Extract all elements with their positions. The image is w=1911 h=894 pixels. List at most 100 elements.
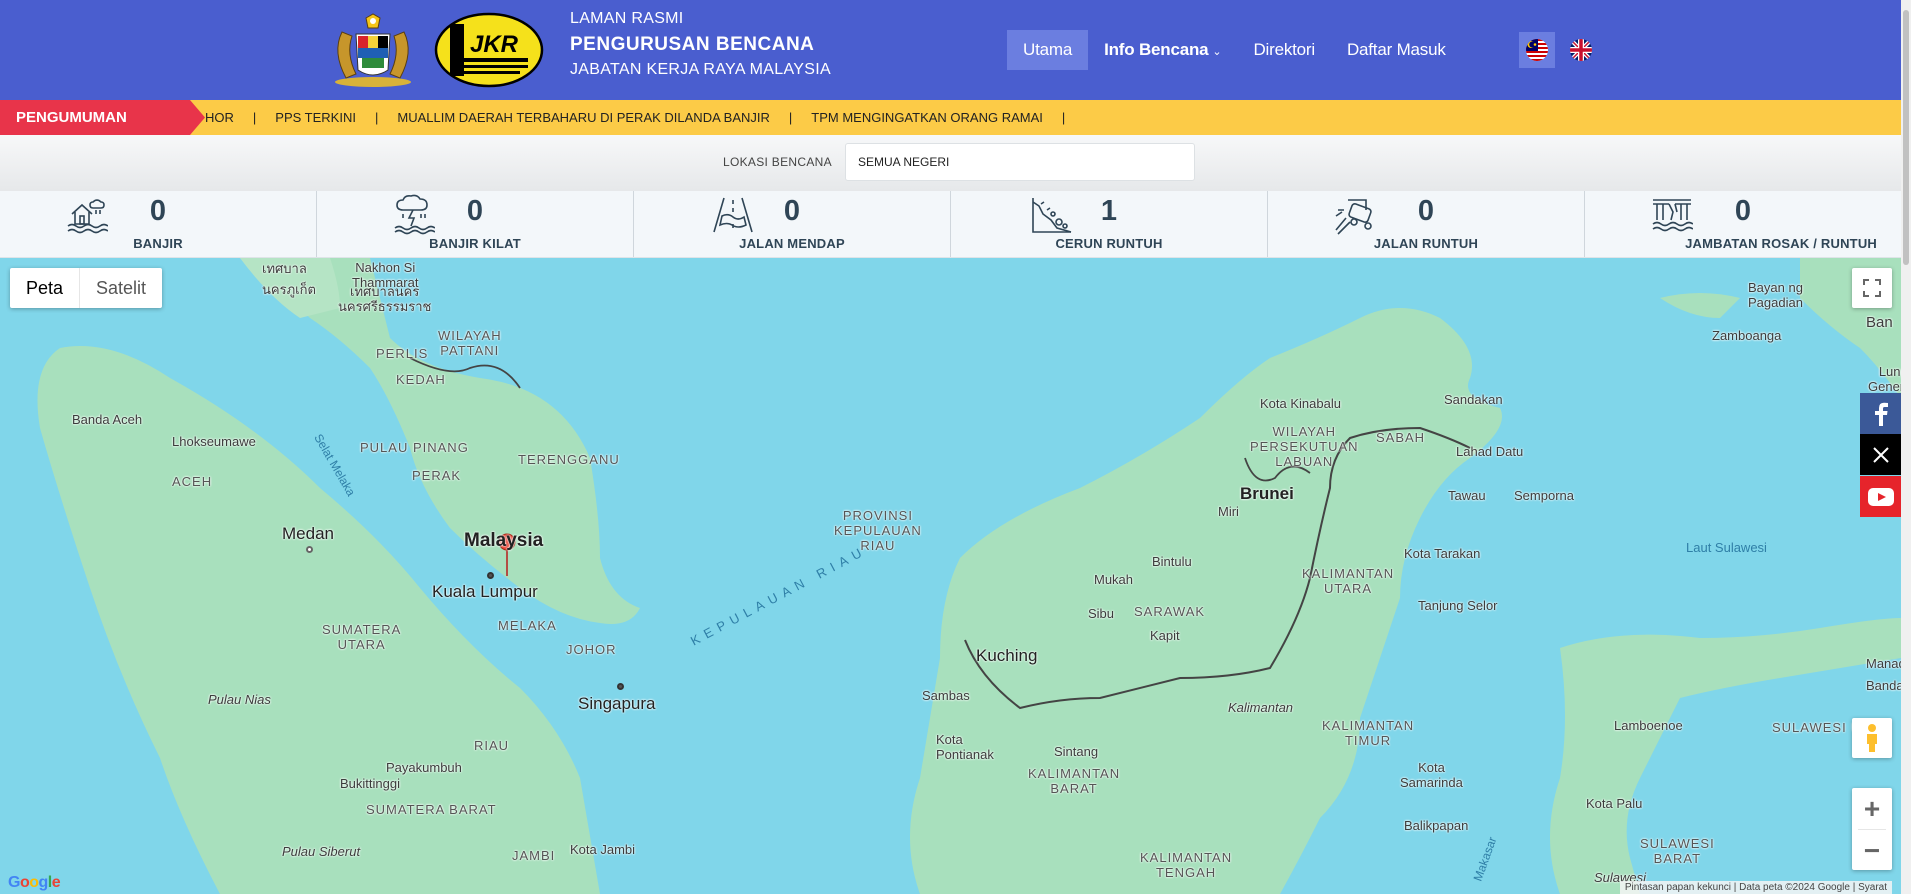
youtube-button[interactable] — [1860, 476, 1901, 517]
page-scrollbar[interactable] — [1901, 0, 1911, 894]
map-label: Brunei — [1240, 484, 1294, 503]
map-label: Tanjung Selor — [1418, 598, 1498, 613]
map-label: Kalimantan — [1228, 700, 1294, 715]
site-title-line1: LAMAN RASMI — [570, 10, 684, 27]
map-label: Sandakan — [1444, 392, 1503, 407]
x-icon — [1872, 446, 1889, 463]
announcement-bar: PENGUMUMAN HOR | PPS TERKINI | MUALLIM D… — [0, 100, 1901, 135]
nav-info-bencana[interactable]: Info Bencana ⌄ — [1088, 30, 1237, 70]
stat-banjir[interactable]: 0 BANJIR — [0, 191, 317, 257]
map-label: KALIMANTAN TENGAH — [1140, 850, 1233, 880]
map-label: Manad — [1866, 656, 1901, 671]
stat-value: 0 — [1417, 195, 1435, 227]
ticker-item[interactable]: MUALLIM DAERAH TERBAHARU DI PERAK DILAND… — [397, 100, 770, 135]
disaster-stats: 0 BANJIR 0 BANJIR KILAT 0 JALAN MENDAP 1… — [0, 191, 1901, 258]
map-label: Payakumbuh — [386, 760, 462, 775]
map-type-satellite-button[interactable]: Satelit — [80, 268, 162, 308]
language-malay-button[interactable] — [1519, 32, 1555, 68]
ticker-item[interactable]: PPS TERKINI — [275, 100, 356, 135]
stat-banjir-kilat[interactable]: 0 BANJIR KILAT — [317, 191, 634, 257]
map-label: Kuala Lumpur — [432, 582, 538, 601]
map-label: Miri — [1218, 504, 1239, 519]
stat-value: 0 — [149, 195, 167, 227]
map-label: Kota Palu — [1586, 796, 1643, 811]
map-label: Balikpapan — [1404, 818, 1469, 833]
map-capital-dot — [487, 572, 494, 579]
map-label: Laut Sulawesi — [1686, 540, 1767, 555]
street-view-button[interactable] — [1852, 718, 1892, 758]
nav-daftar-masuk[interactable]: Daftar Masuk — [1331, 30, 1462, 70]
stat-cerun-runtuh[interactable]: 1 CERUN RUNTUH — [951, 191, 1268, 257]
map-capital-dot — [617, 683, 624, 690]
map-label: Kuching — [976, 646, 1038, 665]
scrollbar-thumb[interactable] — [1903, 10, 1909, 265]
stat-value: 0 — [466, 195, 484, 227]
map-label: เทศบาลนคร นครศรีธรรมราช — [338, 284, 432, 314]
map-type-control: Peta Satelit — [10, 268, 163, 308]
zoom-control: + − — [1852, 788, 1892, 870]
chevron-down-icon: ⌄ — [1212, 46, 1222, 58]
location-filter: LOKASI BENCANA SEMUA NEGERI — [0, 135, 1901, 191]
map-label: RIAU — [474, 738, 510, 753]
map-label: Bandar — [1866, 678, 1901, 693]
jkr-logo[interactable]: JKR — [434, 12, 544, 88]
announcement-tag: PENGUMUMAN — [0, 100, 205, 135]
stat-jambatan-rosak[interactable]: 0 JAMBATAN ROSAK / RUNTUH — [1585, 191, 1901, 257]
map-attribution[interactable]: Pintasan papan kekunci | Data peta ©2024… — [1619, 881, 1892, 894]
stat-value: 0 — [1734, 195, 1752, 227]
location-select[interactable]: SEMUA NEGERI — [845, 143, 1195, 181]
land-sulawesi — [1550, 618, 1901, 894]
x-twitter-button[interactable] — [1860, 434, 1901, 475]
map-label: SULAWESI BARAT — [1640, 836, 1715, 866]
map-label: WILAYAH PATTANI — [438, 328, 502, 358]
map-label: Banda Aceh — [72, 412, 143, 427]
malaysia-flag-icon — [1526, 39, 1548, 61]
malaysia-crest-logo[interactable] — [326, 12, 420, 88]
disaster-map[interactable]: เทศบาล นครภูเก็ต Nakhon Si Thammarat เทศ… — [0, 258, 1901, 894]
map-label: Mukah — [1094, 572, 1134, 587]
fullscreen-icon — [1863, 279, 1881, 297]
map-label: JAMBI — [512, 848, 556, 863]
google-logo[interactable]: Google — [8, 874, 61, 892]
map-label: Pulau Nias — [208, 692, 271, 707]
location-filter-label: LOKASI BENCANA — [723, 155, 832, 169]
map-label: Bintulu — [1152, 554, 1192, 569]
ticker-item[interactable]: TPM MENGINGATKAN ORANG RAMAI — [811, 100, 1043, 135]
map-label: Tawau — [1448, 488, 1486, 503]
stat-label: CERUN RUNTUH — [1055, 236, 1163, 251]
ticker-item[interactable]: HOR — [205, 100, 234, 135]
map-label: Kota Samarinda — [1400, 760, 1463, 790]
map-type-map-button[interactable]: Peta — [10, 268, 81, 308]
stat-value: 0 — [783, 195, 801, 227]
map-label: Lhokseumawe — [172, 434, 256, 449]
map-label: Medan — [282, 524, 334, 543]
map-label: Lungs General — [1868, 364, 1901, 394]
nav-direktori[interactable]: Direktori — [1237, 30, 1331, 70]
stat-label: JAMBATAN ROSAK / RUNTUH — [1685, 236, 1877, 251]
map-label: Singapura — [578, 694, 656, 713]
svg-text:JKR: JKR — [470, 31, 519, 58]
map-label: Sibu — [1088, 606, 1115, 621]
map-label: KALIMANTAN UTARA — [1302, 566, 1395, 596]
map-label: PULAU PINANG — [360, 440, 469, 455]
map-label: JOHOR — [566, 642, 617, 657]
stat-jalan-runtuh[interactable]: 0 JALAN RUNTUH — [1268, 191, 1585, 257]
nav-utama[interactable]: Utama — [1007, 30, 1089, 70]
stat-label: BANJIR KILAT — [429, 236, 521, 251]
map-label: SARAWAK — [1134, 604, 1206, 619]
language-english-button[interactable] — [1563, 32, 1599, 68]
site-header: JKR LAMAN RASMI PENGURUSAN BENCANA JABAT… — [0, 0, 1901, 100]
zoom-in-button[interactable]: + — [1852, 788, 1892, 829]
fullscreen-button[interactable] — [1852, 268, 1892, 308]
map-label: PROVINSI KEPULAUAN RIAU — [834, 508, 922, 553]
map-label: Kota Kinabalu — [1260, 396, 1341, 411]
map-label: Lahad Datu — [1456, 444, 1524, 459]
map-label: เทศบาล นครภูเก็ต — [262, 261, 316, 297]
stat-jalan-mendap[interactable]: 0 JALAN MENDAP — [634, 191, 951, 257]
facebook-button[interactable] — [1860, 393, 1901, 434]
zoom-out-button[interactable]: − — [1852, 830, 1892, 871]
site-title[interactable]: LAMAN RASMI PENGURUSAN BENCANA JABATAN K… — [570, 10, 831, 79]
map-label: SUMATERA BARAT — [366, 802, 497, 817]
map-label: TERENGGANU — [518, 452, 620, 467]
stat-label: BANJIR — [133, 236, 183, 251]
